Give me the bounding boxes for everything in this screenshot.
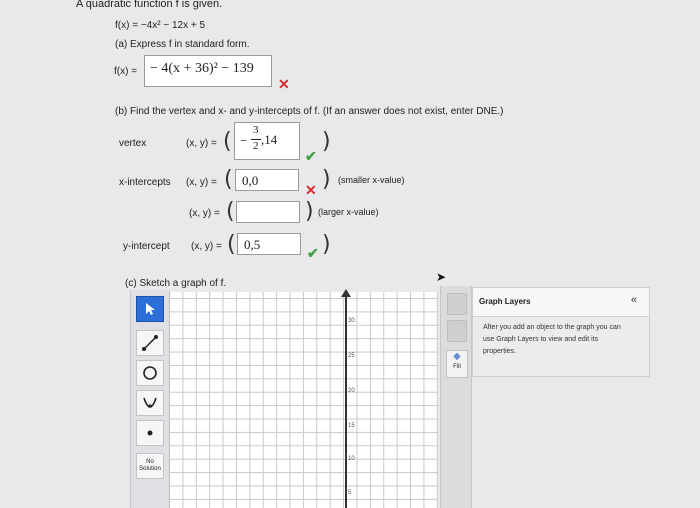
y-tick-label: 15 <box>348 423 355 429</box>
vertex-label: vertex <box>119 138 147 149</box>
y-tick-label: 5 <box>348 490 352 496</box>
y-axis <box>345 296 347 508</box>
vertex-answer-num: 3 <box>253 124 259 136</box>
point-icon <box>147 430 153 436</box>
xint1-xy-label: (x, y) = <box>186 177 217 188</box>
part-b-prompt: (b) Find the vertex and x- and y-interce… <box>115 106 504 117</box>
parabola-tool[interactable] <box>136 390 164 416</box>
y-tick-label: 20 <box>348 388 355 394</box>
xint1-answer-box[interactable]: 0,0 <box>235 169 299 191</box>
yint-label: y-intercept <box>123 241 170 252</box>
line-tool[interactable] <box>136 330 164 356</box>
vertex-open-paren: ( <box>223 129 232 154</box>
circle-tool[interactable] <box>136 360 164 386</box>
graph-layers-panel: Graph Layers « After you add an object t… <box>472 287 650 377</box>
pointer-tool[interactable] <box>136 296 164 322</box>
collapse-button[interactable]: « <box>631 294 637 306</box>
xint2-note: (larger x-value) <box>318 207 379 217</box>
xint1-note: (smaller x-value) <box>338 175 405 185</box>
y-axis-arrow-icon <box>341 289 351 297</box>
xint-label: x-intercepts <box>119 177 171 188</box>
vertex-answer-neg: − <box>240 133 248 148</box>
yint-close-paren: ) <box>322 232 331 257</box>
point-tool[interactable] <box>136 420 164 446</box>
vertex-answer-den: 2 <box>253 140 259 152</box>
graph-layers-title: Graph Layers <box>479 297 531 306</box>
graph-side-strip: ◆ Fill <box>440 286 472 508</box>
part-a-answer: − 4(x + 36)² − 139 <box>150 61 254 76</box>
fill-button[interactable]: ◆ Fill <box>446 350 468 378</box>
part-a-incorrect-icon: ✕ <box>278 76 290 92</box>
xint1-close-paren: ) <box>322 167 331 192</box>
delete-button[interactable] <box>447 293 467 315</box>
yint-correct-icon: ✔ <box>307 245 319 261</box>
yint-answer-box[interactable]: 0,5 <box>237 233 301 255</box>
y-tick-label: 25 <box>348 353 355 359</box>
vertex-correct-icon: ✔ <box>305 148 317 164</box>
no-solution-tool[interactable]: No Solution <box>136 453 164 479</box>
circle-icon <box>143 366 157 380</box>
part-a-prompt: (a) Express f in standard form. <box>115 39 250 50</box>
yint-xy-label: (x, y) = <box>191 241 222 252</box>
xint2-xy-label: (x, y) = <box>189 208 220 219</box>
mouse-cursor-icon: ➤ <box>436 270 447 284</box>
vertex-close-paren: ) <box>322 129 331 154</box>
function-definition: f(x) = −4x² − 12x + 5 <box>115 20 206 31</box>
part-a-label: f(x) = <box>114 66 138 77</box>
xint2-answer-box[interactable] <box>236 201 300 223</box>
graph-layers-header: Graph Layers « <box>473 288 649 317</box>
graph-layers-help: After you add an object to the graph you… <box>483 324 621 355</box>
graph-toolbar: No Solution <box>130 290 171 508</box>
vertex-xy-label: (x, y) = <box>186 138 217 149</box>
fill-label: Fill <box>453 364 461 370</box>
fill-icon: ◆ <box>453 351 461 362</box>
intro-text: A quadratic function f is given. <box>76 0 223 10</box>
yint-open-paren: ( <box>227 232 236 257</box>
xint1-incorrect-icon: ✕ <box>305 182 317 198</box>
xint2-open-paren: ( <box>226 199 235 224</box>
y-tick-label: 30 <box>348 318 355 324</box>
layer-button[interactable] <box>447 320 467 342</box>
xint2-close-paren: ) <box>305 199 314 224</box>
pointer-icon <box>146 303 155 315</box>
xint1-open-paren: ( <box>224 167 233 192</box>
part-c-prompt: (c) Sketch a graph of f. <box>125 278 227 289</box>
no-solution-label: No Solution <box>139 459 161 472</box>
y-tick-label: 10 <box>348 456 355 462</box>
vertex-answer-y: ,14 <box>261 132 278 147</box>
graph-canvas[interactable] <box>169 292 438 508</box>
line-icon <box>142 335 158 351</box>
parabola-icon <box>143 397 157 408</box>
